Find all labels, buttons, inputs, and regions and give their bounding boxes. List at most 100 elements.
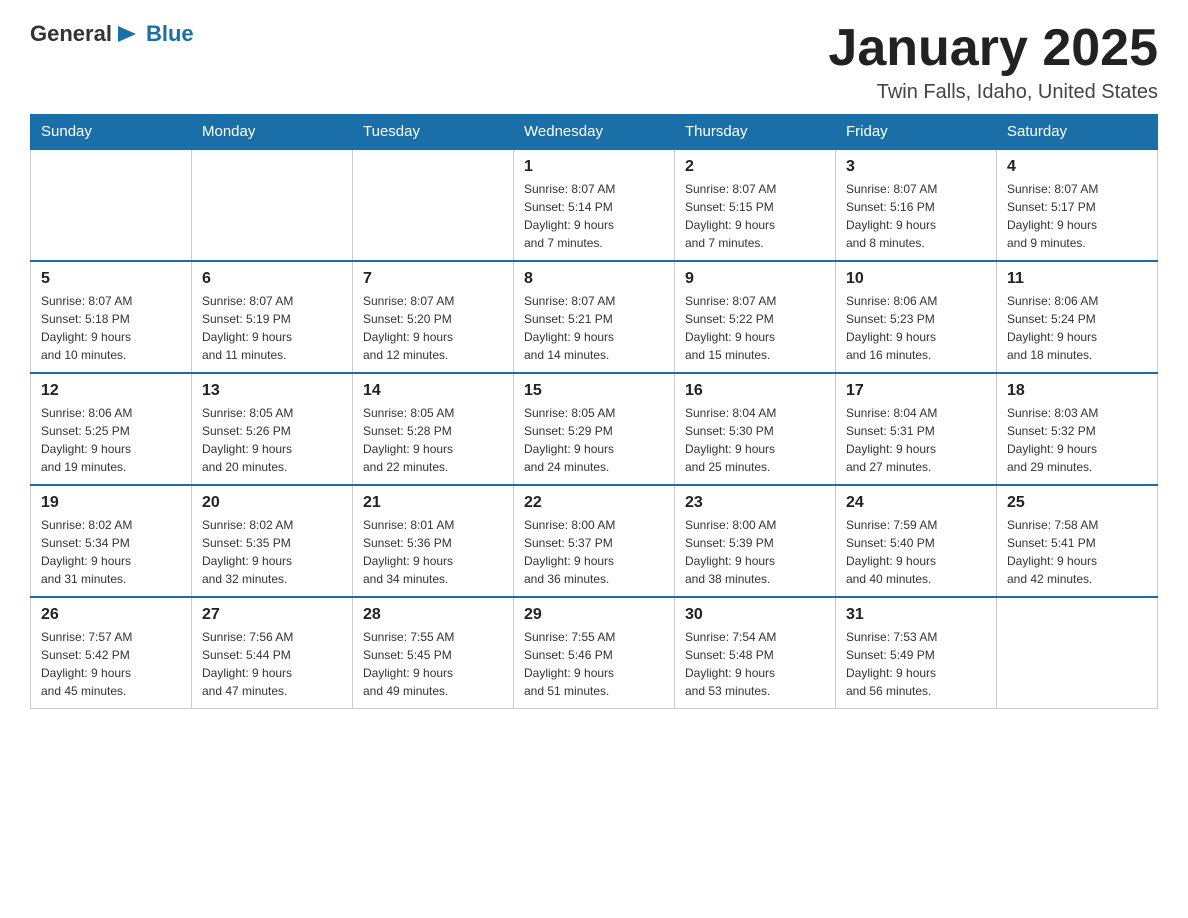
calendar-cell: 5 Sunrise: 8:07 AM Sunset: 5:18 PM Daylig…: [31, 261, 192, 373]
calendar-cell: 18Sunrise: 8:03 AM Sunset: 5:32 PM Dayli…: [997, 373, 1158, 485]
calendar-cell: 29 Sunrise: 7:55 AM Sunset: 5:46 PM Dayli…: [514, 597, 675, 709]
calendar-table: SundayMondayTuesdayWednesdayThursdayFrid…: [30, 114, 1158, 709]
calendar-cell: 23 Sunrise: 8:00 AM Sunset: 5:39 PM Dayli…: [675, 485, 836, 597]
day-info: Sunrise: 8:07 AM Sunset: 5:19 PM Dayligh…: [202, 292, 342, 364]
day-info: Sunrise: 7:56 AM Sunset: 5:44 PM Dayligh…: [202, 628, 342, 700]
calendar-cell: [997, 597, 1158, 709]
calendar-cell: 7 Sunrise: 8:07 AM Sunset: 5:20 PM Daylig…: [353, 261, 514, 373]
day-info: Sunrise: 8:00 AM Sunset: 5:39 PM Dayligh…: [685, 516, 825, 588]
day-info: Sunrise: 8:02 AM Sunset: 5:34 PM Dayligh…: [41, 516, 181, 588]
day-number: 5: [41, 270, 181, 288]
calendar-cell: 21 Sunrise: 8:01 AM Sunset: 5:36 PM Dayli…: [353, 485, 514, 597]
day-number: 26: [41, 606, 181, 624]
calendar-cell: 2 Sunrise: 8:07 AM Sunset: 5:15 PM Daylig…: [675, 149, 836, 261]
calendar-cell: 6 Sunrise: 8:07 AM Sunset: 5:19 PM Daylig…: [192, 261, 353, 373]
day-number: 3: [846, 158, 986, 176]
calendar-cell: 11 Sunrise: 8:06 AM Sunset: 5:24 PM Dayli…: [997, 261, 1158, 373]
day-number: 12: [41, 382, 181, 400]
calendar-cell: 20Sunrise: 8:02 AM Sunset: 5:35 PM Dayli…: [192, 485, 353, 597]
day-info: Sunrise: 8:00 AM Sunset: 5:37 PM Dayligh…: [524, 516, 664, 588]
day-number: 27: [202, 606, 342, 624]
logo-arrow-icon: [114, 20, 142, 48]
day-info: Sunrise: 8:07 AM Sunset: 5:15 PM Dayligh…: [685, 180, 825, 252]
day-number: 19: [41, 494, 181, 512]
calendar-cell: [353, 149, 514, 261]
calendar-cell: 28Sunrise: 7:55 AM Sunset: 5:45 PM Dayli…: [353, 597, 514, 709]
day-number: 24: [846, 494, 986, 512]
day-number: 23: [685, 494, 825, 512]
calendar-week-row: 19 Sunrise: 8:02 AM Sunset: 5:34 PM Dayli…: [31, 485, 1158, 597]
calendar-week-row: 1Sunrise: 8:07 AM Sunset: 5:14 PM Daylig…: [31, 149, 1158, 261]
day-number: 21: [363, 494, 503, 512]
calendar-cell: 1Sunrise: 8:07 AM Sunset: 5:14 PM Daylig…: [514, 149, 675, 261]
calendar-cell: 10 Sunrise: 8:06 AM Sunset: 5:23 PM Dayli…: [836, 261, 997, 373]
calendar-cell: 9Sunrise: 8:07 AM Sunset: 5:22 PM Daylig…: [675, 261, 836, 373]
day-number: 14: [363, 382, 503, 400]
day-number: 31: [846, 606, 986, 624]
day-info: Sunrise: 8:04 AM Sunset: 5:30 PM Dayligh…: [685, 404, 825, 476]
day-number: 15: [524, 382, 664, 400]
day-info: Sunrise: 8:01 AM Sunset: 5:36 PM Dayligh…: [363, 516, 503, 588]
calendar-cell: [31, 149, 192, 261]
day-number: 8: [524, 270, 664, 288]
calendar-cell: 19 Sunrise: 8:02 AM Sunset: 5:34 PM Dayli…: [31, 485, 192, 597]
day-info: Sunrise: 8:05 AM Sunset: 5:28 PM Dayligh…: [363, 404, 503, 476]
day-info: Sunrise: 8:07 AM Sunset: 5:18 PM Dayligh…: [41, 292, 181, 364]
day-number: 13: [202, 382, 342, 400]
day-info: Sunrise: 8:03 AM Sunset: 5:32 PM Dayligh…: [1007, 404, 1147, 476]
day-info: Sunrise: 8:07 AM Sunset: 5:20 PM Dayligh…: [363, 292, 503, 364]
page-header: General Blue January 2025 Twin Falls, Id…: [30, 20, 1158, 104]
calendar-cell: 8 Sunrise: 8:07 AM Sunset: 5:21 PM Daylig…: [514, 261, 675, 373]
day-header-thursday: Thursday: [675, 115, 836, 150]
day-number: 30: [685, 606, 825, 624]
calendar-cell: [192, 149, 353, 261]
day-info: Sunrise: 7:53 AM Sunset: 5:49 PM Dayligh…: [846, 628, 986, 700]
calendar-cell: 16 Sunrise: 8:04 AM Sunset: 5:30 PM Dayli…: [675, 373, 836, 485]
day-info: Sunrise: 8:07 AM Sunset: 5:21 PM Dayligh…: [524, 292, 664, 364]
day-info: Sunrise: 7:54 AM Sunset: 5:48 PM Dayligh…: [685, 628, 825, 700]
logo-text-general: General: [30, 21, 112, 47]
day-header-sunday: Sunday: [31, 115, 192, 150]
day-number: 2: [685, 158, 825, 176]
day-header-monday: Monday: [192, 115, 353, 150]
day-info: Sunrise: 7:55 AM Sunset: 5:46 PM Dayligh…: [524, 628, 664, 700]
calendar-header-row: SundayMondayTuesdayWednesdayThursdayFrid…: [31, 115, 1158, 150]
day-number: 22: [524, 494, 664, 512]
day-number: 25: [1007, 494, 1147, 512]
calendar-cell: 3Sunrise: 8:07 AM Sunset: 5:16 PM Daylig…: [836, 149, 997, 261]
day-number: 17: [846, 382, 986, 400]
day-number: 7: [363, 270, 503, 288]
day-number: 29: [524, 606, 664, 624]
day-info: Sunrise: 8:07 AM Sunset: 5:22 PM Dayligh…: [685, 292, 825, 364]
calendar-week-row: 12Sunrise: 8:06 AM Sunset: 5:25 PM Dayli…: [31, 373, 1158, 485]
day-info: Sunrise: 8:06 AM Sunset: 5:24 PM Dayligh…: [1007, 292, 1147, 364]
calendar-cell: 17 Sunrise: 8:04 AM Sunset: 5:31 PM Dayli…: [836, 373, 997, 485]
logo: General Blue: [30, 20, 194, 48]
day-info: Sunrise: 7:55 AM Sunset: 5:45 PM Dayligh…: [363, 628, 503, 700]
calendar-cell: 27 Sunrise: 7:56 AM Sunset: 5:44 PM Dayli…: [192, 597, 353, 709]
title-block: January 2025 Twin Falls, Idaho, United S…: [828, 20, 1158, 104]
day-info: Sunrise: 8:04 AM Sunset: 5:31 PM Dayligh…: [846, 404, 986, 476]
day-info: Sunrise: 7:58 AM Sunset: 5:41 PM Dayligh…: [1007, 516, 1147, 588]
day-header-saturday: Saturday: [997, 115, 1158, 150]
day-info: Sunrise: 8:07 AM Sunset: 5:17 PM Dayligh…: [1007, 180, 1147, 252]
day-number: 11: [1007, 270, 1147, 288]
day-info: Sunrise: 8:07 AM Sunset: 5:14 PM Dayligh…: [524, 180, 664, 252]
calendar-week-row: 26 Sunrise: 7:57 AM Sunset: 5:42 PM Dayli…: [31, 597, 1158, 709]
calendar-title: January 2025: [828, 20, 1158, 77]
calendar-cell: 22 Sunrise: 8:00 AM Sunset: 5:37 PM Dayli…: [514, 485, 675, 597]
calendar-cell: 24Sunrise: 7:59 AM Sunset: 5:40 PM Dayli…: [836, 485, 997, 597]
day-info: Sunrise: 7:57 AM Sunset: 5:42 PM Dayligh…: [41, 628, 181, 700]
day-number: 4: [1007, 158, 1147, 176]
day-header-tuesday: Tuesday: [353, 115, 514, 150]
day-number: 10: [846, 270, 986, 288]
day-number: 6: [202, 270, 342, 288]
calendar-cell: 15 Sunrise: 8:05 AM Sunset: 5:29 PM Dayli…: [514, 373, 675, 485]
day-info: Sunrise: 8:05 AM Sunset: 5:29 PM Dayligh…: [524, 404, 664, 476]
day-info: Sunrise: 8:06 AM Sunset: 5:23 PM Dayligh…: [846, 292, 986, 364]
day-number: 20: [202, 494, 342, 512]
calendar-cell: 14 Sunrise: 8:05 AM Sunset: 5:28 PM Dayli…: [353, 373, 514, 485]
calendar-cell: 31 Sunrise: 7:53 AM Sunset: 5:49 PM Dayli…: [836, 597, 997, 709]
day-header-friday: Friday: [836, 115, 997, 150]
day-number: 16: [685, 382, 825, 400]
